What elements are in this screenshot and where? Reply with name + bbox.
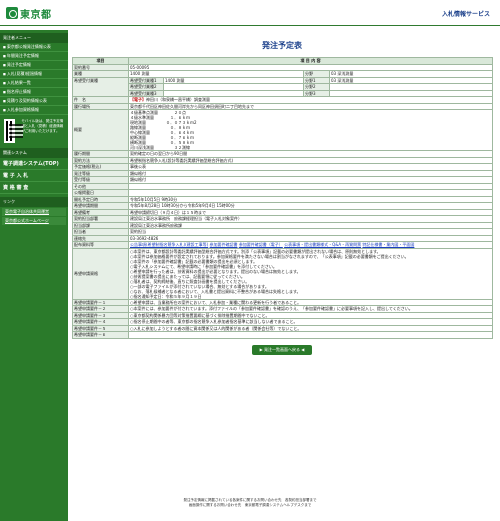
sidebar-item-suspension[interactable]: 指名停止情報 [0,88,68,97]
summary-value: ４級基準点測量 ２０点 ４級水準測量 １．６ｋｍ 現地測量 ０．０７３ｋｍ2 路… [128,109,493,151]
main-content: 発注予定表 項目 項 目 内 容 契約番号 05-00095 業種 1400 測… [72,30,493,521]
subject-text: 神田川（和泉橋〜昌平橋）調査測量 [146,97,210,102]
sidebar-item-annual-plan[interactable]: 年間発注予定情報 [0,52,68,61]
qualification-value: ○本案件は、東京都設計等委託実績評価型総合評価方式です。別添「公表事項」記載の必… [128,247,493,300]
cond6-label: 希望申請要件－６ [72,331,129,339]
electronic-tag: 【電子】 [130,97,146,102]
back-button-area: ▶ 発注一覧画面へ戻る ◀ [72,344,492,355]
sidebar-link-official-site[interactable]: 東京都公式ホームページ [2,217,66,225]
system-name: 入札情報サービス [441,11,490,18]
summary-label: 概要 [72,109,129,151]
sidebar-item-public-info[interactable]: 東京都公報発注情報公表 [0,43,68,52]
doc-link[interactable]: 特記仕様書・業内図・平面図 [362,242,414,247]
doc-link[interactable]: 参加要件確認書 [210,242,238,247]
sidebar-item-e-bidding[interactable]: 電 子 入 札 [0,170,68,182]
page-title: 発注予定表 [262,41,302,50]
tokyo-emblem-icon [6,7,18,19]
cond6-value [128,331,493,339]
desired-label: 希望受付業種 [72,76,129,97]
sidebar-item-qualification-review[interactable]: 資 格 審 査 [0,182,68,194]
sidebar-system-heading: 関連システム [0,148,68,158]
qr-code [4,119,24,143]
page-footer: 発注予定情報に掲載されている各案件に関するお問い合わせ先 各契約担当部署まで 画… [0,496,500,521]
sidebar-item-bid-progress[interactable]: 入札(見積)経過情報 [0,70,68,79]
sidebar-item-contract-info[interactable]: 見積り及契約情報公表 [0,97,68,106]
sidebar-item-qualification[interactable]: 入札参加資格情報 [0,106,68,115]
page-header: 東京都 入札情報サービス [0,0,500,26]
sidebar-item-bid-results[interactable]: 入札結果一覧 [0,79,68,88]
doc-link[interactable]: 公告事項(希望制指名競争入札)(建設工事等) [130,242,208,247]
summary-line: 河川深浅測量 ３２測線 [130,145,190,150]
sidebar: 発注者メニュー 東京都公報発注情報公表 年間発注予定情報 発注予定情報 入札(見… [0,30,68,521]
back-to-list-button[interactable]: ▶ 発注一覧画面へ戻る ◀ [251,344,313,355]
sidebar-links-heading: リンク [0,197,68,207]
detail-table: 項目 項 目 内 容 契約番号 05-00095 業種 1400 測量 分野 0… [72,57,493,339]
logo-text: 東京都 [20,9,52,21]
qualification-line: ○指名通知予定日：令和５年９月１９日 [130,293,202,299]
tokyo-logo[interactable]: 東京都 [6,6,52,21]
qualification-label: 希望申請資格 [72,247,129,300]
qr-note: モバイル版は、発注予定情報と入札（見積）経過情報がご利用いただけます。 [21,119,64,133]
doc-link[interactable]: 公表事項・提出書類様式・Q&A・再質問票 [284,242,361,247]
sidebar-item-e-procurement[interactable]: 電子調達システム(TOP) [0,158,68,170]
sidebar-link-joint-operation[interactable]: 東京電子自治体共同運営 [2,208,66,216]
footer-contact-helpdesk: 画面操作に関するお問い合わせ先 東京都電子調達システムヘルプデスクまで [188,503,312,507]
sidebar-menu-heading: 発注者メニュー [0,33,68,43]
doc-link[interactable]: 参加要件確認書（電子） [239,242,283,247]
sidebar-item-order-plan[interactable]: 発注予定情報 [0,61,68,70]
